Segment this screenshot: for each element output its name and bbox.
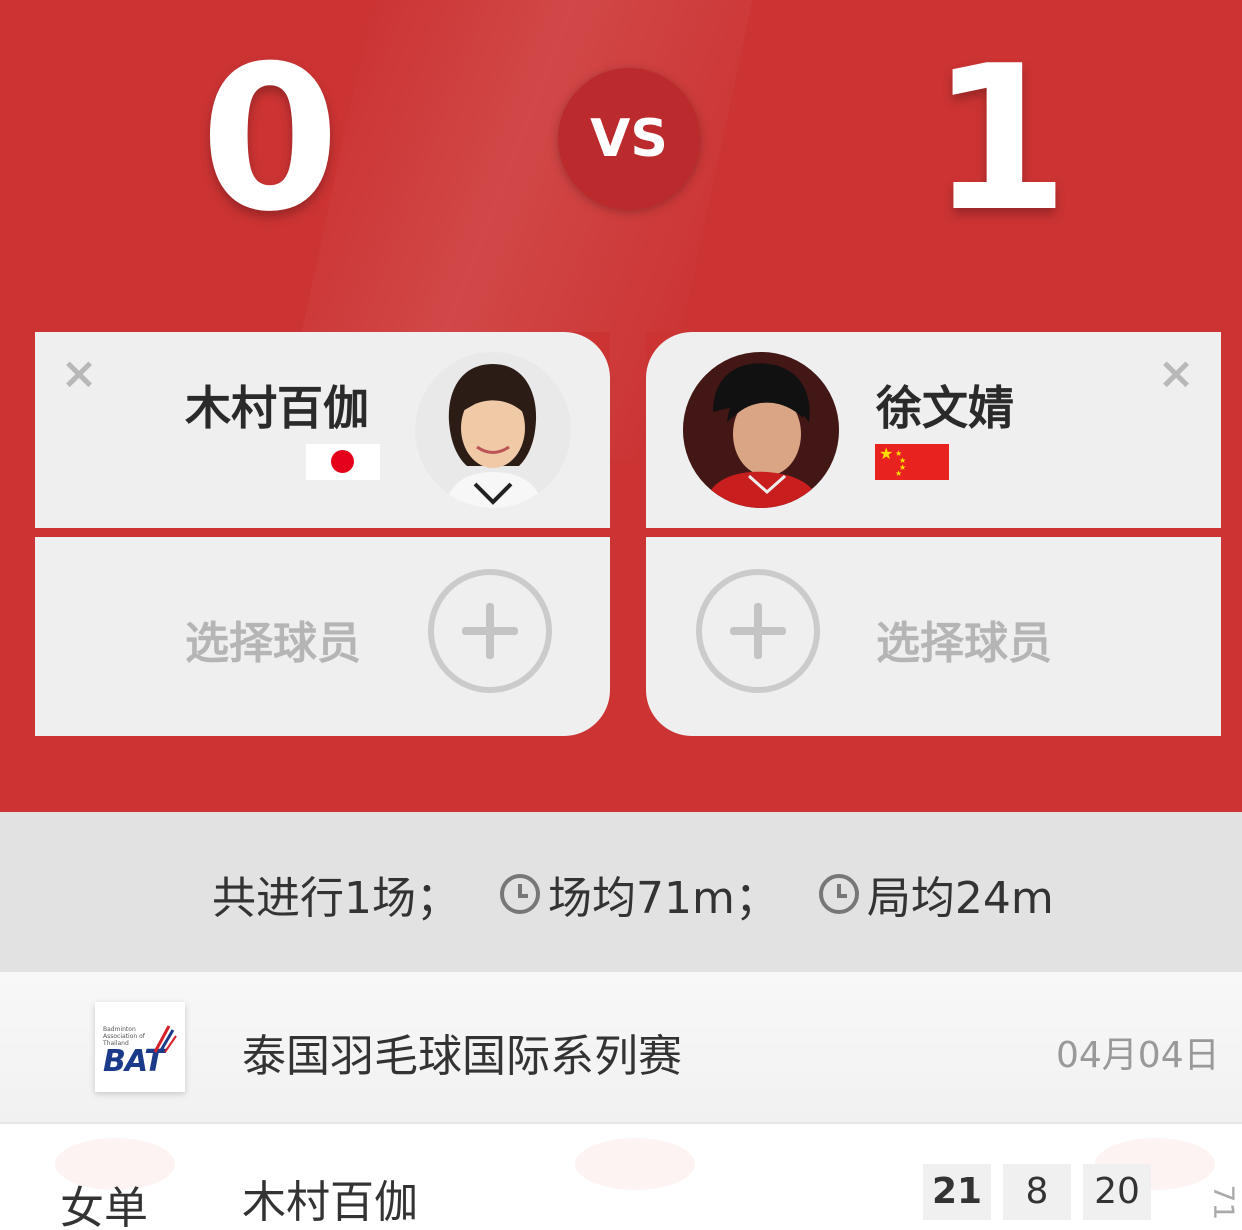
clock-icon <box>818 874 859 914</box>
china-flag-icon: ★ ★ ★ ★ ★ <box>875 444 949 480</box>
average-match-time-text: 场均71m； <box>548 873 779 924</box>
remove-left-player-close-icon[interactable]: × <box>59 352 99 396</box>
left-player-slot[interactable]: × 木村百伽 <box>35 332 610 528</box>
watermark-logo <box>575 1138 695 1190</box>
japan-flag-icon <box>306 444 380 480</box>
clock-icon <box>500 874 540 914</box>
right-player-name: 徐文婧 <box>876 381 1014 435</box>
right-score: 1 <box>930 23 1070 256</box>
tournament-name: 泰国羽毛球国际系列赛 <box>242 1031 682 1082</box>
left-select-player-button[interactable]: 选择球员 <box>35 537 610 736</box>
game-score: 21 <box>923 1164 991 1220</box>
match-row[interactable]: 女单 木村百伽 21 8 20 71 <box>0 1124 1242 1230</box>
left-player-name: 木村百伽 <box>185 381 369 435</box>
game-score: 20 <box>1083 1164 1151 1220</box>
vs-badge: VS <box>558 68 700 210</box>
average-game-time-text: 局均24m <box>866 873 1054 924</box>
right-player-card: 徐文婧 ★ ★ ★ ★ ★ × 选择球员 <box>646 332 1221 736</box>
total-matches-text: 共进行1场； <box>212 873 460 924</box>
match-duration-partial: 71 <box>1207 1184 1241 1221</box>
right-player-avatar <box>683 352 839 508</box>
bat-logo: Badminton Association of Thailand BAT <box>95 1002 185 1092</box>
add-right-player-plus-icon[interactable] <box>696 569 820 693</box>
add-left-player-plus-icon[interactable] <box>428 569 552 693</box>
tournament-header-row[interactable]: Badminton Association of Thailand BAT 泰国… <box>0 972 1242 1124</box>
tournament-date: 04月04日 <box>1056 1035 1220 1076</box>
head-to-head-stats: 共进行1场； 场均71m； 局均24m <box>0 812 1242 972</box>
game-score: 8 <box>1003 1164 1071 1220</box>
left-player-card: × 木村百伽 选择球员 <box>35 332 610 736</box>
event-type: 女单 <box>60 1183 148 1230</box>
match-player-name: 木村百伽 <box>242 1177 418 1228</box>
right-select-player-label: 选择球员 <box>876 618 1052 669</box>
remove-right-player-close-icon[interactable]: × <box>1156 352 1196 396</box>
left-score: 0 <box>200 23 340 256</box>
left-select-player-label: 选择球员 <box>185 618 361 669</box>
header-panel: 0 VS 1 × 木村百伽 选择球员 徐文婧 ★ ★ ★ ★ ★ × 选择球员 <box>0 0 1242 812</box>
left-player-avatar <box>415 352 571 508</box>
right-select-player-button[interactable]: 选择球员 <box>646 537 1221 736</box>
right-player-slot[interactable]: 徐文婧 ★ ★ ★ ★ ★ × <box>646 332 1221 528</box>
